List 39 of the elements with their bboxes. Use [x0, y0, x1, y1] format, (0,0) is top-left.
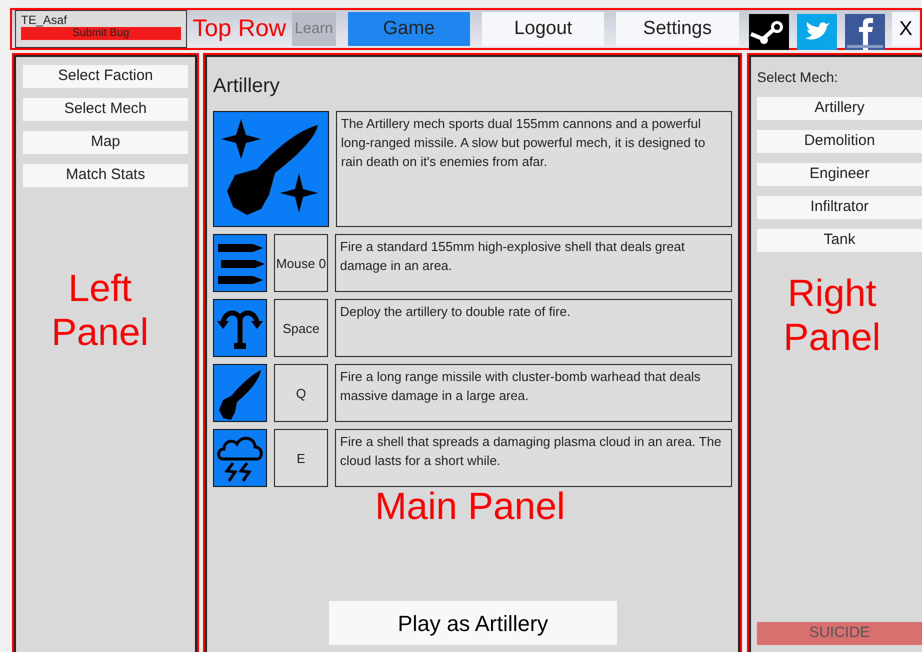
shells-icon [213, 234, 267, 292]
mech-title: Artillery [213, 74, 281, 99]
arrows-icon [213, 299, 267, 357]
submit-bug-button[interactable]: Submit Bug [21, 27, 181, 40]
bird-icon[interactable] [796, 14, 836, 50]
letter-f-icon[interactable] [844, 14, 884, 50]
mech-option[interactable]: Demolition [757, 130, 922, 153]
ability-description: Deploy the artillery to double rate of fire. [335, 299, 732, 357]
ability-description: Fire a standard 155mm high-explosive shell that deals great damage in an area. [335, 234, 732, 292]
menu-item[interactable]: Match Stats [23, 164, 188, 187]
description-text: The Artillery mech sports dual 155mm cannons and a powerful long-ranged missile. A slow but powerful mech, it is designed to rain death on it's enemies from afar. [336, 111, 732, 227]
mech-option[interactable]: Tank [757, 229, 922, 252]
annotation-label: Left Panel [50, 268, 150, 356]
mech-option[interactable]: Engineer [757, 163, 922, 186]
key-label: Q [274, 364, 328, 422]
username-text: TE_Asaf [21, 13, 68, 27]
missile-icon [213, 364, 267, 422]
annotation-label: Main Panel [374, 486, 566, 530]
play-button[interactable]: Play as Artillery [329, 601, 617, 645]
annotation-label: Top Row [192, 14, 286, 44]
menu-item[interactable]: Select Faction [23, 65, 188, 88]
menu-item[interactable]: Select Mech [23, 98, 188, 121]
ability-description: Fire a shell that spreads a damaging plasma cloud in an area. The cloud lasts for a short while. [335, 429, 732, 487]
nav-tab[interactable]: Game [348, 12, 470, 46]
mech-option[interactable]: Infiltrator [757, 196, 922, 219]
nav-tab[interactable]: Logout [482, 12, 604, 46]
select-mech-label: Select Mech: [757, 68, 839, 87]
steam-icon[interactable] [748, 14, 788, 50]
annotation-label: Right Panel [782, 273, 882, 360]
close-button[interactable]: X [892, 12, 920, 46]
menu-item[interactable]: Map [23, 131, 188, 154]
missile-icon [213, 111, 329, 227]
ability-description: Fire a long range missile with cluster-bomb warhead that deals massive damage in a large area. [335, 364, 732, 422]
mech-option[interactable]: Artillery [757, 97, 922, 120]
storm-cloud-icon [213, 429, 267, 487]
key-label: E [274, 429, 328, 487]
key-label: Mouse 0 [274, 234, 328, 292]
key-label: Space [274, 299, 328, 357]
nav-tab[interactable]: Settings [616, 12, 738, 46]
